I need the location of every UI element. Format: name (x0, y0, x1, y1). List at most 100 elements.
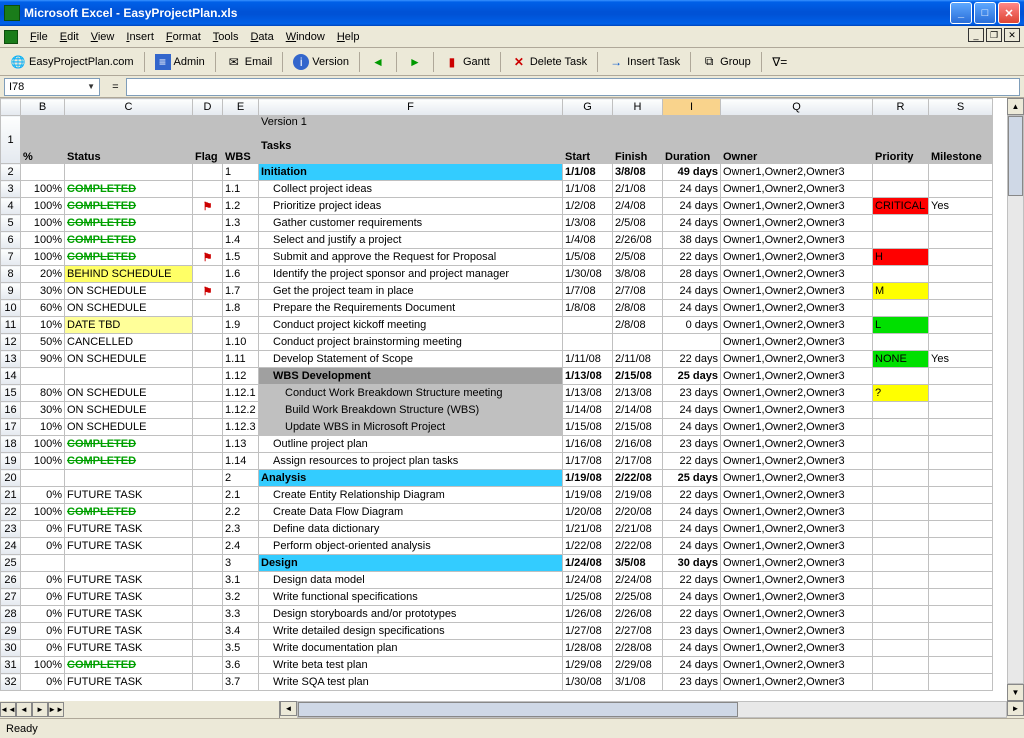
cell-start[interactable]: 1/17/08 (563, 453, 613, 470)
cell-priority[interactable] (873, 300, 929, 317)
cell-priority[interactable] (873, 606, 929, 623)
cell-finish[interactable]: 2/14/08 (613, 402, 663, 419)
cell-pct[interactable]: 100% (21, 232, 65, 249)
cell-flag[interactable] (193, 521, 223, 538)
cell-pct[interactable]: 100% (21, 198, 65, 215)
cell-duration[interactable]: 30 days (663, 555, 721, 572)
cell-start[interactable]: 1/24/08 (563, 572, 613, 589)
cell-priority[interactable] (873, 164, 929, 181)
email-button[interactable]: ✉Email (222, 52, 277, 72)
cell-task[interactable]: Write detailed design specifications (259, 623, 563, 640)
child-minimize-button[interactable]: _ (968, 28, 984, 42)
cell-start[interactable]: 1/1/08 (563, 164, 613, 181)
scroll-down-arrow[interactable]: ▼ (1007, 684, 1024, 701)
cell-milestone[interactable] (929, 164, 993, 181)
cell-flag[interactable] (193, 623, 223, 640)
cell-task[interactable]: Gather customer requirements (259, 215, 563, 232)
cell-status[interactable]: ON SCHEDULE (65, 402, 193, 419)
cell-milestone[interactable] (929, 504, 993, 521)
cell-task[interactable]: Conduct project brainstorming meeting (259, 334, 563, 351)
cell-task[interactable]: Initiation (259, 164, 563, 181)
cell-owner[interactable]: Owner1,Owner2,Owner3 (721, 674, 873, 691)
cell-pct[interactable]: 10% (21, 419, 65, 436)
cell-duration[interactable]: 24 days (663, 538, 721, 555)
cell-priority[interactable] (873, 232, 929, 249)
row-header-31[interactable]: 31 (1, 657, 21, 674)
cell-status[interactable]: CANCELLED (65, 334, 193, 351)
admin-button[interactable]: ≡Admin (151, 52, 209, 72)
cell-task[interactable]: Design storyboards and/or prototypes (259, 606, 563, 623)
cell-pct[interactable]: 50% (21, 334, 65, 351)
cell-start[interactable]: 1/21/08 (563, 521, 613, 538)
cell-wbs[interactable]: 1.6 (223, 266, 259, 283)
cell-finish[interactable]: 2/20/08 (613, 504, 663, 521)
cell-finish[interactable] (613, 334, 663, 351)
cell-flag[interactable] (193, 487, 223, 504)
cell-milestone[interactable] (929, 368, 993, 385)
menu-file[interactable]: File (24, 29, 54, 45)
cell-wbs[interactable]: 3.1 (223, 572, 259, 589)
cell-wbs[interactable]: 3.6 (223, 657, 259, 674)
row-header-4[interactable]: 4 (1, 198, 21, 215)
cell-priority[interactable] (873, 436, 929, 453)
cell-owner[interactable]: Owner1,Owner2,Owner3 (721, 232, 873, 249)
cell-finish[interactable]: 3/8/08 (613, 164, 663, 181)
cell-flag[interactable] (193, 334, 223, 351)
cell-wbs[interactable]: 1.4 (223, 232, 259, 249)
cell-finish[interactable]: 2/8/08 (613, 300, 663, 317)
cell-milestone[interactable] (929, 419, 993, 436)
cell-milestone[interactable] (929, 606, 993, 623)
hdr-percent[interactable]: % (21, 116, 65, 164)
cell-wbs[interactable]: 3.7 (223, 674, 259, 691)
forward-button[interactable]: ► (403, 52, 427, 72)
cell-priority[interactable] (873, 538, 929, 555)
cell-priority[interactable]: M (873, 283, 929, 300)
cell-priority[interactable] (873, 589, 929, 606)
cell-owner[interactable]: Owner1,Owner2,Owner3 (721, 572, 873, 589)
cell-status[interactable]: FUTURE TASK (65, 674, 193, 691)
cell-start[interactable] (563, 317, 613, 334)
hdr-wbs[interactable]: WBS (223, 116, 259, 164)
cell-status[interactable] (65, 164, 193, 181)
cell-task[interactable]: Assign resources to project plan tasks (259, 453, 563, 470)
cell-flag[interactable] (193, 640, 223, 657)
scroll-right-arrow[interactable]: ► (1007, 701, 1024, 716)
cell-finish[interactable]: 2/22/08 (613, 538, 663, 555)
cell-status[interactable] (65, 555, 193, 572)
menu-view[interactable]: View (85, 29, 121, 45)
cell-milestone[interactable]: Yes (929, 351, 993, 368)
cell-pct[interactable]: 100% (21, 181, 65, 198)
cell-start[interactable]: 1/24/08 (563, 555, 613, 572)
cell-finish[interactable]: 3/1/08 (613, 674, 663, 691)
cell-pct[interactable]: 0% (21, 487, 65, 504)
menu-help[interactable]: Help (331, 29, 366, 45)
cell-status[interactable]: DATE TBD (65, 317, 193, 334)
row-header-12[interactable]: 12 (1, 334, 21, 351)
cell-start[interactable]: 1/13/08 (563, 385, 613, 402)
col-header-D[interactable]: D (193, 99, 223, 116)
cell-finish[interactable]: 2/19/08 (613, 487, 663, 504)
cell-start[interactable]: 1/14/08 (563, 402, 613, 419)
cell-start[interactable]: 1/30/08 (563, 674, 613, 691)
cell-task[interactable]: Create Data Flow Diagram (259, 504, 563, 521)
cell-task[interactable]: Outline project plan (259, 436, 563, 453)
cell-start[interactable]: 1/22/08 (563, 538, 613, 555)
cell-owner[interactable]: Owner1,Owner2,Owner3 (721, 606, 873, 623)
group-button[interactable]: ⧉Group (697, 52, 755, 72)
cell-start[interactable]: 1/5/08 (563, 249, 613, 266)
cell-duration[interactable]: 22 days (663, 249, 721, 266)
cell-finish[interactable]: 2/25/08 (613, 589, 663, 606)
cell-pct[interactable]: 100% (21, 215, 65, 232)
cell-status[interactable]: FUTURE TASK (65, 640, 193, 657)
child-close-button[interactable]: ✕ (1004, 28, 1020, 42)
cell-task[interactable]: Create Entity Relationship Diagram (259, 487, 563, 504)
cell-start[interactable]: 1/19/08 (563, 470, 613, 487)
cell-pct[interactable]: 0% (21, 606, 65, 623)
cell-start[interactable]: 1/15/08 (563, 419, 613, 436)
scroll-v-track[interactable] (1007, 115, 1024, 684)
cell-finish[interactable]: 2/1/08 (613, 181, 663, 198)
cell-task[interactable]: Identify the project sponsor and project… (259, 266, 563, 283)
cell-wbs[interactable]: 1.9 (223, 317, 259, 334)
cell-owner[interactable]: Owner1,Owner2,Owner3 (721, 538, 873, 555)
delete-task-button[interactable]: ✕Delete Task (507, 52, 591, 72)
